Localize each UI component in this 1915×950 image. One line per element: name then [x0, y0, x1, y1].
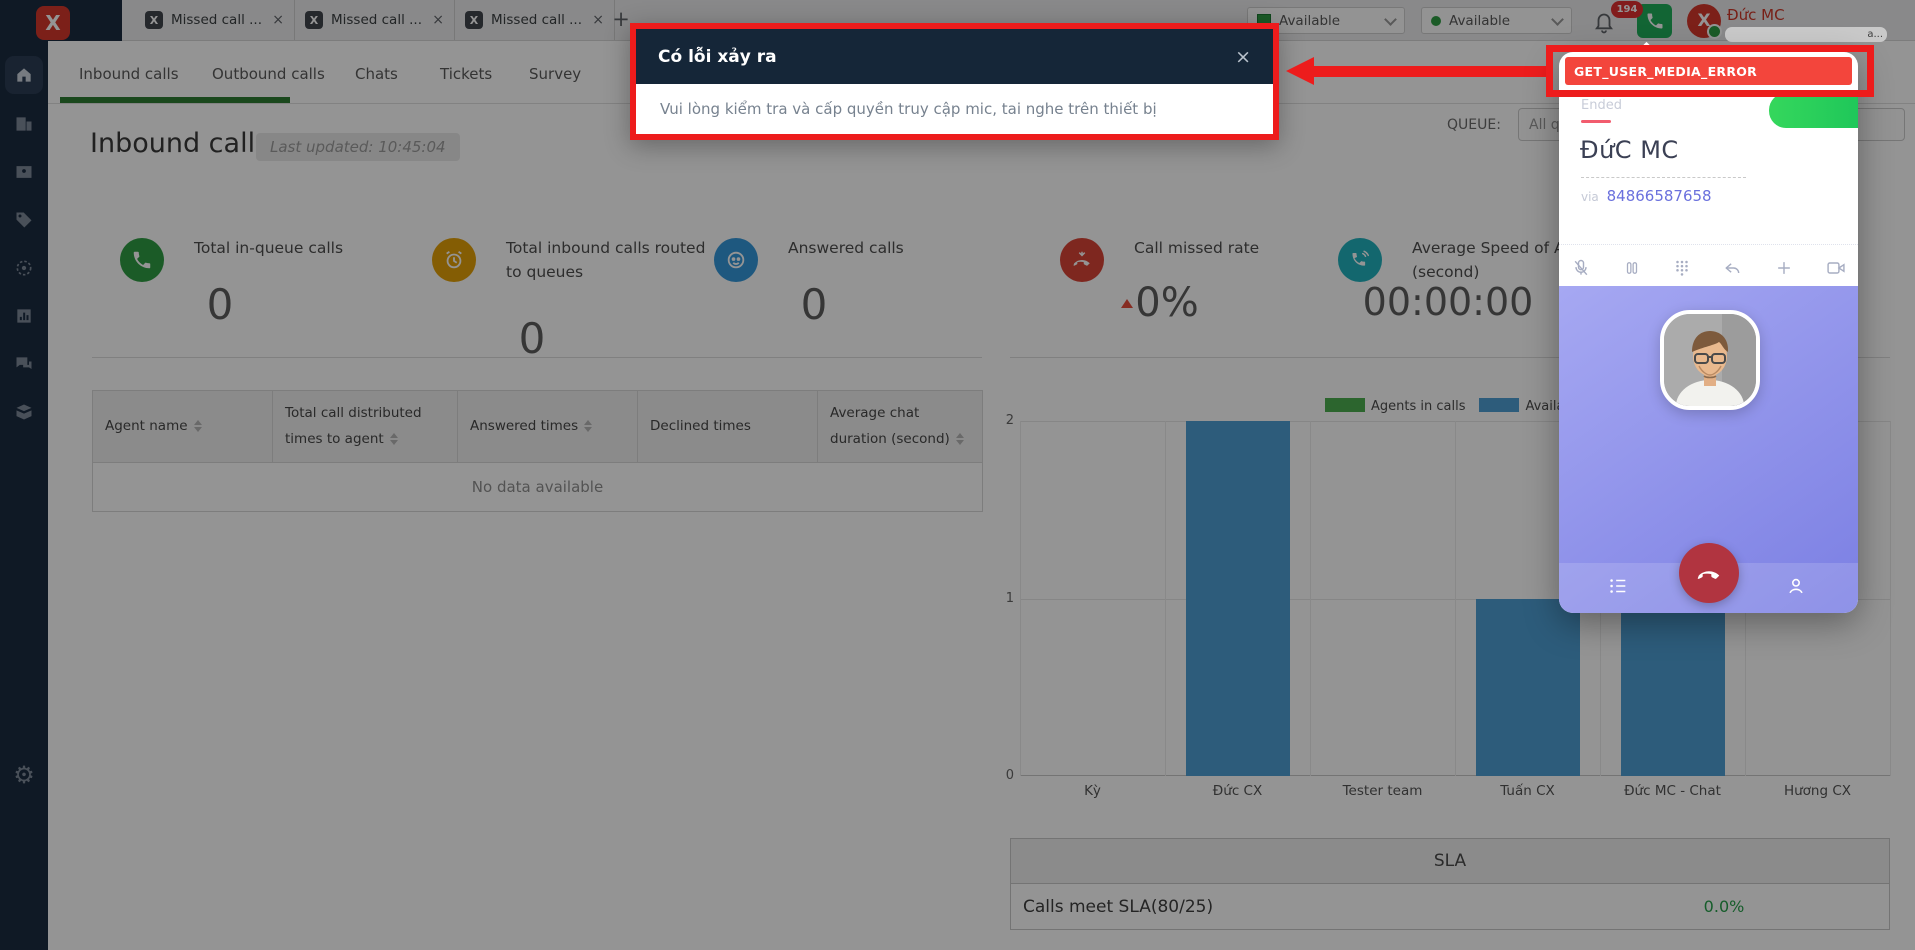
via-label: via	[1581, 190, 1599, 204]
add-call-icon[interactable]	[1774, 258, 1794, 282]
dialpad-icon[interactable]	[1673, 259, 1691, 281]
via-line: via 84866587658	[1581, 187, 1712, 205]
error-banner: GET_USER_MEDIA_ERROR	[1565, 57, 1852, 85]
call-status: Ended	[1581, 98, 1622, 113]
video-call-icon[interactable]	[1826, 258, 1846, 282]
modal-body-text: Vui lòng kiểm tra và cấp quyền truy cập …	[636, 84, 1273, 134]
modal-header: Có lỗi xảy ra ×	[636, 29, 1273, 84]
caller-avatar-photo	[1660, 310, 1760, 410]
hangup-button[interactable]	[1679, 543, 1739, 603]
call-log-icon[interactable]	[1607, 575, 1629, 597]
arrow-shaft	[1312, 66, 1552, 77]
call-video-area	[1559, 286, 1858, 613]
modal-close-icon[interactable]: ×	[1235, 46, 1251, 68]
arrow-head	[1286, 57, 1314, 85]
forward-call-icon[interactable]	[1722, 258, 1742, 282]
call-widget: GET_USER_MEDIA_ERROR Ended ĐứC MC via 84…	[1559, 52, 1858, 613]
blurred-account-info: a...	[1725, 27, 1887, 42]
app-window: X X Missed call ... × X Missed call ... …	[0, 0, 1915, 950]
mic-off-icon[interactable]	[1571, 258, 1591, 282]
error-modal: Có lỗi xảy ra × Vui lòng kiểm tra và cấp…	[630, 23, 1279, 140]
hold-icon[interactable]	[1623, 259, 1641, 281]
contact-profile-icon[interactable]	[1785, 575, 1807, 597]
via-number[interactable]: 84866587658	[1607, 187, 1712, 205]
annotation-arrow	[1286, 57, 1552, 85]
modal-title: Có lỗi xảy ra	[658, 47, 1235, 67]
call-controls	[1571, 255, 1846, 285]
call-status-underline	[1581, 120, 1611, 123]
caller-name-underline	[1581, 177, 1746, 178]
widget-divider	[1559, 244, 1858, 245]
callback-button[interactable]	[1769, 93, 1858, 128]
caller-name: ĐứC MC	[1580, 136, 1679, 164]
